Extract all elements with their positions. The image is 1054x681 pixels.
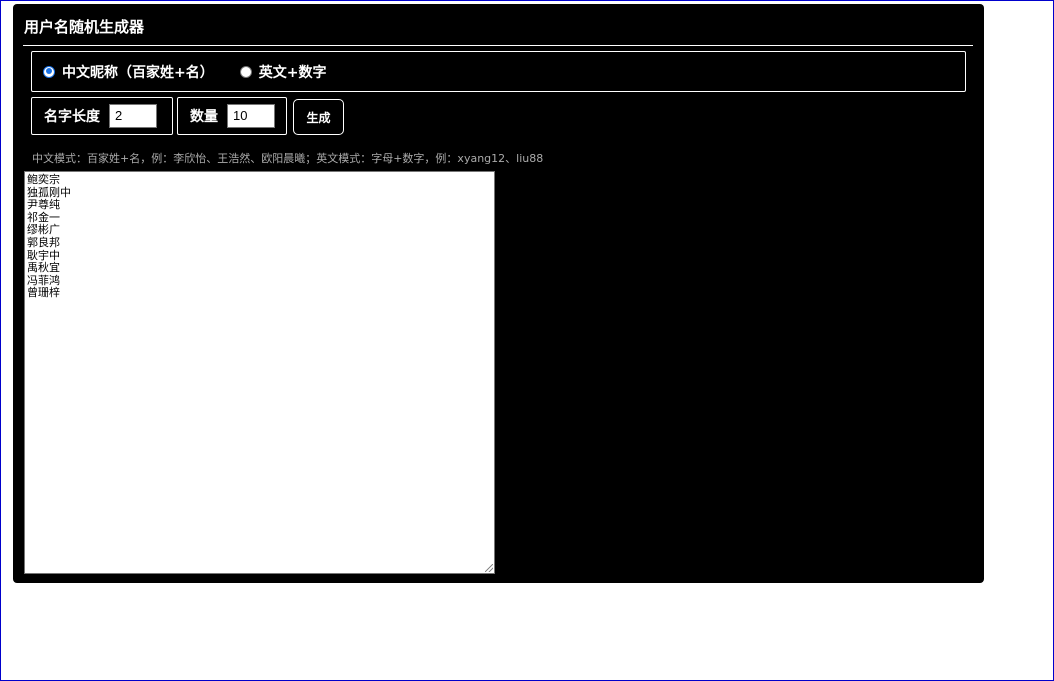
radio-chinese[interactable] — [43, 65, 55, 78]
mode-option-english[interactable]: 英文+数字 — [239, 62, 327, 82]
output-line: 尹尊纯 — [27, 198, 60, 212]
resize-handle-icon[interactable] — [485, 564, 493, 572]
mode-label-chinese: 中文昵称（百家姓+名） — [62, 64, 214, 81]
output-line: 鲍奕宗 — [27, 173, 60, 186]
output-line: 祁金一 — [27, 210, 60, 224]
mode-selector: 中文昵称（百家姓+名） 英文+数字 — [31, 51, 966, 92]
count-group: 数量 10 — [177, 97, 287, 135]
output-line: 郭良邦 — [27, 235, 60, 249]
mode-option-chinese[interactable]: 中文昵称（百家姓+名） — [43, 62, 214, 82]
radio-english[interactable] — [239, 65, 252, 78]
title-divider — [23, 45, 973, 46]
output-line: 耿宇中 — [27, 248, 60, 262]
output-line: 冯菲鸿 — [27, 273, 60, 287]
name-length-label: 名字长度 — [44, 109, 100, 125]
output-line: 缪彬广 — [27, 223, 60, 237]
output-line: 独孤刚中 — [27, 185, 71, 199]
count-input[interactable]: 10 — [227, 104, 275, 128]
mode-label-english: 英文+数字 — [258, 64, 327, 81]
mode-hint: 中文模式：百家姓+名，例：李欣怡、王浩然、欧阳晨曦；英文模式：字母+数字，例：x… — [32, 152, 544, 165]
output-line: 禹秋宜 — [27, 261, 60, 275]
output-textarea[interactable]: 鲍奕宗 独孤刚中 尹尊纯 祁金一 缪彬广 郭良邦 耿宇中 禹秋宜 冯菲鸿 曾珊梓 — [24, 171, 495, 574]
generate-button[interactable]: 生成 — [293, 99, 344, 135]
name-length-input[interactable]: 2 — [109, 104, 157, 128]
page-title: 用户名随机生成器 — [24, 18, 145, 36]
name-length-group: 名字长度 2 — [31, 97, 173, 135]
generator-panel: 用户名随机生成器 中文昵称（百家姓+名） 英文+数字 名字长度 2 数量 10 … — [13, 4, 984, 583]
count-label: 数量 — [190, 109, 218, 125]
output-line: 曾珊梓 — [27, 286, 60, 300]
